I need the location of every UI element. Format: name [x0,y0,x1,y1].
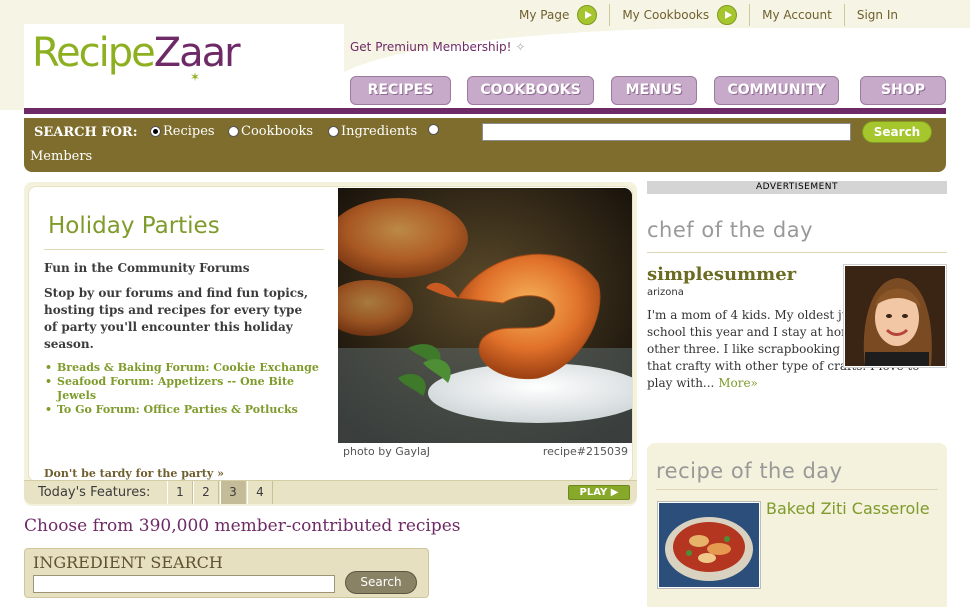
chef-of-day-divider [647,252,947,253]
site-logo[interactable]: RecipeZaar [32,30,241,76]
search-for-label: SEARCH FOR: [34,125,138,140]
forum-link-cookie-exchange[interactable]: Breads & Baking Forum: Cookie Exchange [44,361,324,375]
recipe-of-day-heading: recipe of the day [656,459,843,483]
my-cookbooks-label: My Cookbooks [622,8,710,22]
radio-cookbooks[interactable] [228,126,239,137]
radio-ingredients-label: Ingredients [341,124,418,139]
ingredient-search-input[interactable] [33,575,335,593]
my-page-link[interactable]: My Page [507,4,609,26]
premium-label: Get Premium Membership! [350,40,512,54]
sign-in-label: Sign In [856,8,898,22]
search-option-recipes[interactable]: Recipes [150,124,215,139]
search-input[interactable] [482,123,851,141]
features-pager: Today's Features: 1 2 3 4 PLAY ▶ [24,480,637,504]
chef-location: arizona [647,287,684,298]
feature-page-4[interactable]: 4 [247,481,273,504]
premium-membership-link[interactable]: Get Premium Membership! ✧ [350,40,525,54]
header-divider [24,108,946,114]
radio-cookbooks-label: Cookbooks [241,124,314,139]
feature-body: Stop by our forums and find fun topics, … [44,286,309,351]
shrimp-appetizer-photo[interactable] [338,188,632,443]
ziti-photo-illustration [659,503,759,587]
radio-recipes-label: Recipes [163,124,215,139]
feature-more-link[interactable]: Don't be tardy for the party » [44,467,224,480]
feature-links: Breads & Baking Forum: Cookie Exchange S… [44,361,324,417]
feature-divider [44,249,324,250]
chef-name[interactable]: simplesummer [647,264,796,285]
search-button[interactable]: Search [862,121,932,143]
radio-members[interactable] [428,124,439,135]
search-bar: SEARCH FOR: Recipes Cookbooks Ingredient… [24,118,946,172]
recipe-count-headline: Choose from 390,000 member-contributed r… [24,516,461,536]
ingredient-search-box: INGREDIENT SEARCH Search [24,548,429,598]
chef-portrait-illustration [845,266,945,366]
advertisement-label: ADVERTISEMENT [647,181,947,194]
feature-title: Holiday Parties [48,213,220,239]
recipe-of-day-image[interactable] [657,501,761,589]
nav-cookbooks[interactable]: COOKBOOKS [467,76,594,105]
search-option-cookbooks[interactable]: Cookbooks [228,124,313,139]
logo-text-recipe: Recipe [32,30,156,76]
play-circle-icon[interactable] [717,5,738,25]
ingredient-search-button[interactable]: Search [345,571,417,594]
feature-page-3[interactable]: 3 [220,481,246,504]
recipe-number[interactable]: recipe#215039 [543,445,628,458]
forum-link-office-parties[interactable]: To Go Forum: Office Parties & Potlucks [44,403,324,417]
nav-menus[interactable]: MENUS [611,76,697,105]
recipe-of-day-name[interactable]: Baked Ziti Casserole [766,499,936,519]
radio-ingredients[interactable] [328,126,339,137]
features-label: Today's Features: [38,485,151,500]
play-circle-icon[interactable] [577,5,598,25]
chef-avatar[interactable] [843,264,947,368]
my-cookbooks-link[interactable]: My Cookbooks [609,4,749,26]
my-page-label: My Page [519,8,570,22]
ingredient-search-title: INGREDIENT SEARCH [33,553,223,572]
chef-more-link[interactable]: More» [718,376,758,390]
my-account-label: My Account [762,8,832,22]
top-links: My Page My Cookbooks My Account Sign In [507,4,910,26]
nav-shop[interactable]: SHOP [860,76,946,105]
magic-wand-icon: ✧ [515,40,526,54]
recipe-of-day-divider [656,489,938,490]
recipe-of-day-panel: recipe of the day Baked Ziti Casserole [647,443,947,607]
feature-content: Holiday Parties Fun in the Community For… [28,186,633,482]
nav-community[interactable]: COMMUNITY [714,76,839,105]
feature-page-2[interactable]: 2 [193,481,219,504]
feature-panel: Holiday Parties Fun in the Community For… [24,182,637,506]
radio-recipes[interactable] [150,126,161,137]
photo-credit[interactable]: photo by GaylaJ [343,445,430,458]
radio-members-label[interactable]: Members [30,149,92,164]
shrimp-photo-illustration [338,188,632,443]
nav-recipes[interactable]: RECIPES [350,76,451,105]
forum-link-appetizers[interactable]: Seafood Forum: Appetizers -- One Bite Je… [44,375,324,403]
feature-subtitle: Fun in the Community Forums [44,261,250,275]
search-option-members[interactable] [428,124,441,135]
logo-star-icon: ✶ [190,70,201,84]
chef-of-day-heading: chef of the day [647,218,814,242]
sign-in-link[interactable]: Sign In [843,4,910,26]
search-option-ingredients[interactable]: Ingredients [328,124,417,139]
my-account-link[interactable]: My Account [749,4,844,26]
feature-page-1[interactable]: 1 [167,481,193,504]
play-button[interactable]: PLAY ▶ [568,485,630,500]
